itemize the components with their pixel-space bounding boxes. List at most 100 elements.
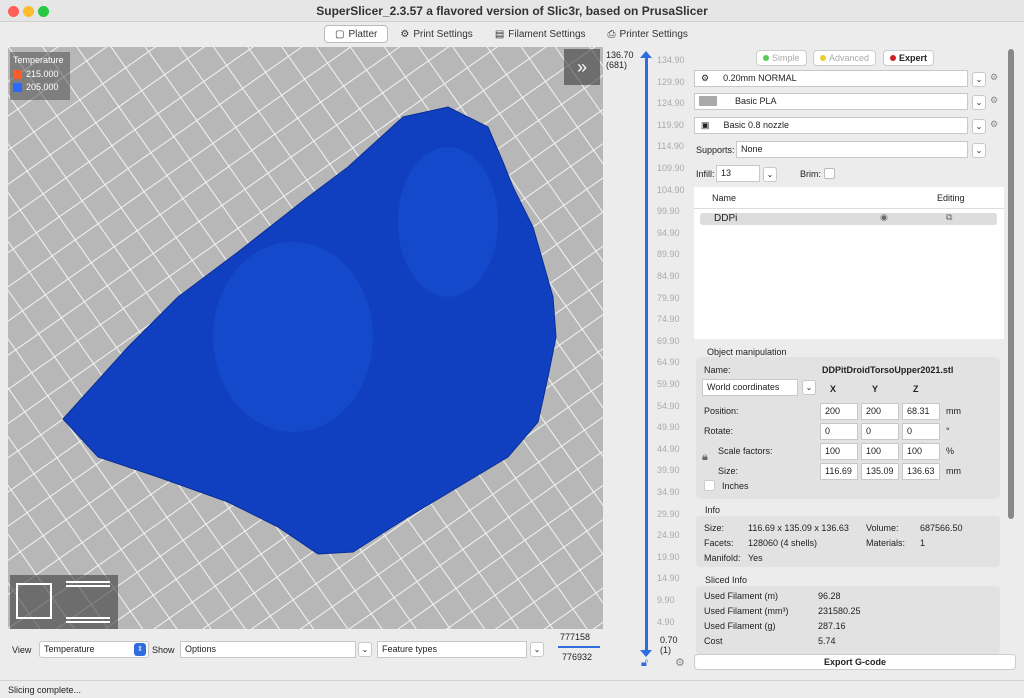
brim-checkbox[interactable] xyxy=(824,168,835,179)
z-value-input[interactable]: 136.63 xyxy=(902,463,940,480)
minimize-window-button[interactable] xyxy=(23,6,34,17)
tab-label: Platter xyxy=(348,28,378,40)
scale-lock-icon[interactable]: 🔒︎ xyxy=(702,451,708,464)
edit-preset-gear-icon[interactable]: ⚙ xyxy=(990,95,998,106)
3d-view-icon[interactable] xyxy=(16,583,52,619)
object-manipulation-panel: Name: DDPitDroidTorsoUpper2021.stl World… xyxy=(696,357,1000,499)
export-gcode-button[interactable]: Export G-code xyxy=(694,654,1016,670)
close-window-button[interactable] xyxy=(8,6,19,17)
list-item[interactable]: DDPi ◉ ⧉ xyxy=(700,212,997,225)
sliced-info-value: 5.74 xyxy=(818,636,836,646)
tab-print-settings[interactable]: ⚙ Print Settings xyxy=(390,25,482,43)
input-value: 100 xyxy=(825,446,841,456)
input-value: 116.69 xyxy=(825,466,852,476)
infill-combo[interactable]: 13 xyxy=(716,165,760,182)
bed-and-model xyxy=(8,47,603,629)
mode-expert-button[interactable]: Expert xyxy=(883,50,935,66)
column-header-editing[interactable]: Editing xyxy=(937,193,965,203)
view-type-select[interactable]: Temperature ⇕ xyxy=(39,641,149,658)
layer-tick-label: 14.90 xyxy=(657,573,680,584)
edit-preset-gear-icon[interactable]: ⚙ xyxy=(990,119,998,130)
collapse-sidebar-icon[interactable]: » xyxy=(564,49,600,85)
x-value-input[interactable]: 0 xyxy=(820,423,858,440)
move-slider-min: 776932 xyxy=(562,652,593,662)
layer-tick-label: 124.90 xyxy=(657,98,685,109)
chevron-down-icon[interactable]: ⌄ xyxy=(972,95,986,110)
tab-label: Filament Settings xyxy=(508,28,586,40)
chevron-down-icon[interactable]: ⌄ xyxy=(972,119,986,134)
chevron-down-icon[interactable]: ⌄ xyxy=(972,143,986,158)
lock-icon[interactable]: 🔓︎ xyxy=(641,657,648,670)
sidebar-scrollbar[interactable] xyxy=(1008,49,1014,519)
section-title: Sliced Info xyxy=(705,575,748,585)
chevron-down-icon[interactable]: ⌄ xyxy=(972,72,986,87)
section-title: Object manipulation xyxy=(707,347,787,357)
x-value-input[interactable]: 116.69 xyxy=(820,463,858,480)
row-label: Rotate: xyxy=(704,426,734,436)
sliced-info-label: Used Filament (g) xyxy=(704,621,776,631)
eye-icon[interactable]: ◉ xyxy=(880,212,888,223)
inches-label: Inches xyxy=(722,481,749,491)
unit-label: ° xyxy=(946,426,950,436)
tab-filament-settings[interactable]: ▤ Filament Settings xyxy=(485,25,596,43)
inches-checkbox[interactable] xyxy=(704,480,715,491)
y-value-input[interactable]: 200 xyxy=(861,403,899,420)
gear-icon: ⚙ xyxy=(701,73,710,83)
chevron-down-icon[interactable]: ⌄ xyxy=(530,642,544,657)
yellow-dot-icon xyxy=(820,55,826,61)
edit-icon[interactable]: ⧉ xyxy=(946,212,952,223)
show-options-combo[interactable]: Options xyxy=(180,641,356,658)
slider-track[interactable] xyxy=(645,55,648,650)
input-value: 100 xyxy=(907,446,923,456)
supports-combo[interactable]: None xyxy=(736,141,968,158)
z-axis-label: Z xyxy=(913,384,919,394)
legend-swatch xyxy=(13,83,22,93)
upper-thumb-icon[interactable] xyxy=(640,51,652,58)
layer-slider[interactable]: 136.70 (681) 134.90 129.90 124.90 119.90 114.… xyxy=(603,47,691,670)
legend-swatch xyxy=(13,70,22,80)
chevron-down-icon[interactable]: ⌄ xyxy=(763,167,777,182)
chevron-down-icon[interactable]: ⌄ xyxy=(802,380,816,395)
row-label: Scale factors: xyxy=(718,446,773,456)
sliced-info-label: Used Filament (mm³) xyxy=(704,606,789,616)
edit-preset-gear-icon[interactable]: ⚙ xyxy=(990,72,998,83)
z-value-input[interactable]: 100 xyxy=(902,443,940,460)
printer-icon: ⎙ xyxy=(607,28,616,40)
mode-simple-button[interactable]: Simple xyxy=(756,50,807,66)
y-value-input[interactable]: 100 xyxy=(861,443,899,460)
column-header-name[interactable]: Name xyxy=(712,193,736,203)
layer-tick-label: 119.90 xyxy=(657,119,684,130)
feature-types-combo[interactable]: Feature types xyxy=(377,641,527,658)
chevron-down-icon[interactable]: ⌄ xyxy=(358,642,372,657)
printer-icon: ▣ xyxy=(701,120,710,130)
filament-preset-combo[interactable]: Basic PLA xyxy=(694,93,968,110)
tab-platter[interactable]: ▢ Platter xyxy=(324,25,389,43)
lower-thumb-icon[interactable] xyxy=(640,650,652,657)
print-preset-combo[interactable]: ⚙ 0.20mm NORMAL xyxy=(694,70,968,87)
layer-tick-label: 54.90 xyxy=(657,400,680,411)
z-value-input[interactable]: 0 xyxy=(902,423,940,440)
z-value-input[interactable]: 68.31 xyxy=(902,403,940,420)
layers-view-icon[interactable] xyxy=(66,581,110,623)
green-dot-icon xyxy=(763,55,769,61)
zoom-window-button[interactable] xyxy=(38,6,49,17)
x-value-input[interactable]: 200 xyxy=(820,403,858,420)
horizontal-move-slider[interactable] xyxy=(558,646,600,648)
3d-preview-canvas[interactable]: » xyxy=(8,47,603,629)
updown-icon: ⇕ xyxy=(134,643,146,656)
y-value-input[interactable]: 135.09 xyxy=(861,463,899,480)
model-cylinder xyxy=(213,242,373,432)
tab-printer-settings[interactable]: ⎙ Printer Settings xyxy=(598,25,698,43)
coordinates-select[interactable]: World coordinates xyxy=(702,379,798,396)
row-label: Position: xyxy=(704,406,739,416)
layer-tick-label: 49.90 xyxy=(657,422,680,433)
x-value-input[interactable]: 100 xyxy=(820,443,858,460)
supports-value: None xyxy=(741,144,763,154)
mode-advanced-button[interactable]: Advanced xyxy=(813,50,877,66)
row-label: Size: xyxy=(718,466,739,476)
y-value-input[interactable]: 0 xyxy=(861,423,899,440)
input-value: 100 xyxy=(866,446,882,456)
printer-preset-combo[interactable]: ▣ Basic 0.8 nozzle xyxy=(694,117,968,134)
layer-tick-label: 99.90 xyxy=(657,206,680,217)
settings-gear-icon[interactable]: ⚙ xyxy=(675,656,685,669)
